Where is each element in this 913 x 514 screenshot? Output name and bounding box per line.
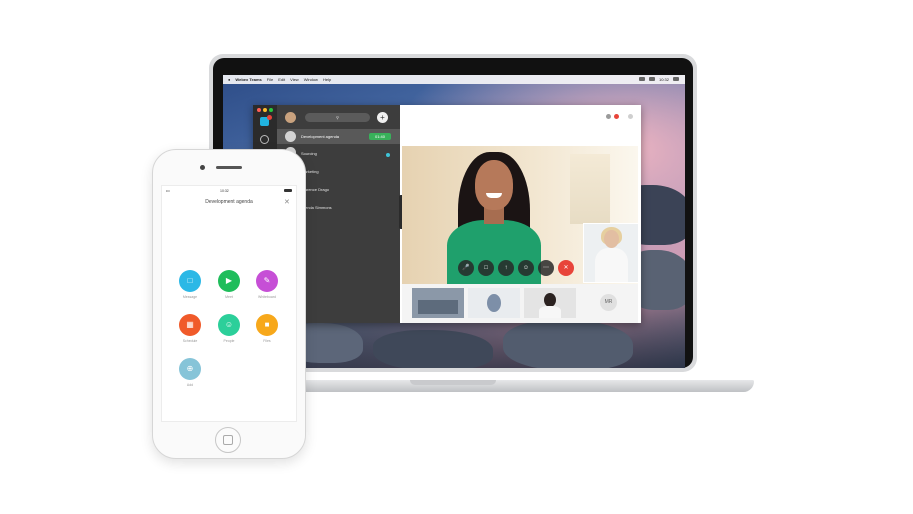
menu-help[interactable]: Help [323, 77, 331, 82]
battery-icon [284, 189, 292, 192]
calls-nav-icon[interactable] [260, 135, 269, 144]
front-camera [200, 165, 205, 170]
video-button[interactable]: □ [478, 260, 494, 276]
background-shelf [570, 154, 610, 224]
speaker-smile [486, 193, 502, 198]
search-input[interactable]: ⚲ [305, 113, 370, 122]
schedule-button[interactable]: ▦ [179, 314, 201, 336]
add-label: Add [186, 383, 194, 387]
share-button[interactable]: ↑ [498, 260, 514, 276]
phone-time: 10:32 [220, 189, 229, 193]
files-button[interactable]: ■ [256, 314, 278, 336]
mac-menubar: ● Webex Teams File Edit View Window Help… [223, 75, 685, 84]
participant-avatar [544, 293, 556, 307]
presence-icon [606, 114, 611, 119]
whiteboard-label: Whiteboard [258, 295, 276, 299]
space-label[interactable]: Sourcing [301, 151, 317, 156]
laptop-notch [410, 380, 496, 385]
message-button[interactable]: □ [179, 270, 201, 292]
speaker-face [475, 160, 513, 210]
phone-status-bar: ••• 10:32 [162, 188, 296, 194]
wifi-icon[interactable] [638, 77, 645, 81]
menu-view[interactable]: View [290, 77, 299, 82]
close-window-button[interactable] [257, 108, 261, 112]
avatar[interactable] [285, 112, 296, 123]
settings-icon[interactable] [628, 114, 633, 119]
people-label: People [223, 339, 235, 343]
schedule-label: Schedule [182, 339, 198, 343]
end-call-button[interactable]: ✕ [558, 260, 574, 276]
unread-indicator [386, 153, 390, 157]
window-controls [257, 108, 273, 112]
menubar-status: 10:32 [638, 77, 679, 82]
participant-thumbnail[interactable] [524, 288, 576, 318]
add-button[interactable]: ⊕ [179, 358, 201, 380]
home-button-icon [223, 435, 233, 445]
participant-thumbnail[interactable] [412, 288, 464, 318]
minimize-window-button[interactable] [263, 108, 267, 112]
group-silhouette [418, 300, 458, 314]
self-view-face [604, 230, 619, 248]
earpiece [216, 166, 242, 169]
participants-button[interactable]: ☺ [518, 260, 534, 276]
participant-thumbnail[interactable] [468, 288, 520, 318]
close-icon[interactable]: ✕ [284, 198, 290, 206]
apple-icon[interactable]: ● [228, 77, 230, 82]
more-button[interactable]: ⋯ [538, 260, 554, 276]
notification-dot [267, 115, 272, 120]
menu-window[interactable]: Window [304, 77, 318, 82]
space-label[interactable]: Development agenda [301, 134, 339, 139]
main-video: 🎤 □ ↑ ☺ ⋯ ✕ [402, 146, 638, 284]
self-view-video[interactable] [583, 223, 638, 283]
space-avatar-icon [285, 131, 296, 142]
files-label: Files [263, 339, 271, 343]
space-title: Development agenda [205, 199, 253, 205]
phone: ••• 10:32 Development agenda ✕ □ Message… [152, 149, 306, 459]
phone-screen: ••• 10:32 Development agenda ✕ □ Message… [161, 185, 297, 422]
wallpaper-rock [503, 320, 633, 368]
participant-avatar [487, 294, 501, 312]
battery-icon[interactable] [648, 77, 655, 81]
call-timer-badge: 01:40 [369, 133, 391, 140]
self-view-body [595, 248, 628, 282]
wallpaper-rock [373, 330, 493, 368]
meet-button[interactable]: ▶ [218, 270, 240, 292]
signal-icon: ••• [166, 189, 170, 193]
zoom-window-button[interactable] [269, 108, 273, 112]
header-indicators [606, 114, 633, 119]
whiteboard-button[interactable]: ✎ [256, 270, 278, 292]
participant-body [539, 306, 561, 318]
add-space-button[interactable]: + [377, 112, 388, 123]
mute-button[interactable]: 🎤 [458, 260, 474, 276]
recording-icon [614, 114, 619, 119]
menu-edit[interactable]: Edit [278, 77, 285, 82]
meet-label: Meet [225, 295, 233, 299]
participant-strip: MR [402, 284, 638, 323]
menubar-clock: 10:32 [658, 77, 669, 82]
call-controls: 🎤 □ ↑ ☺ ⋯ ✕ [458, 260, 574, 276]
search-icon[interactable] [673, 77, 679, 81]
menu-app-name[interactable]: Webex Teams [235, 77, 261, 82]
participant-initials-avatar[interactable]: MR [600, 294, 617, 311]
teams-window: ⚲ + Development agenda 01:40 Sourcing Ma… [253, 105, 641, 323]
people-button[interactable]: ☺ [218, 314, 240, 336]
menu-file[interactable]: File [267, 77, 273, 82]
message-label: Message [182, 295, 198, 299]
